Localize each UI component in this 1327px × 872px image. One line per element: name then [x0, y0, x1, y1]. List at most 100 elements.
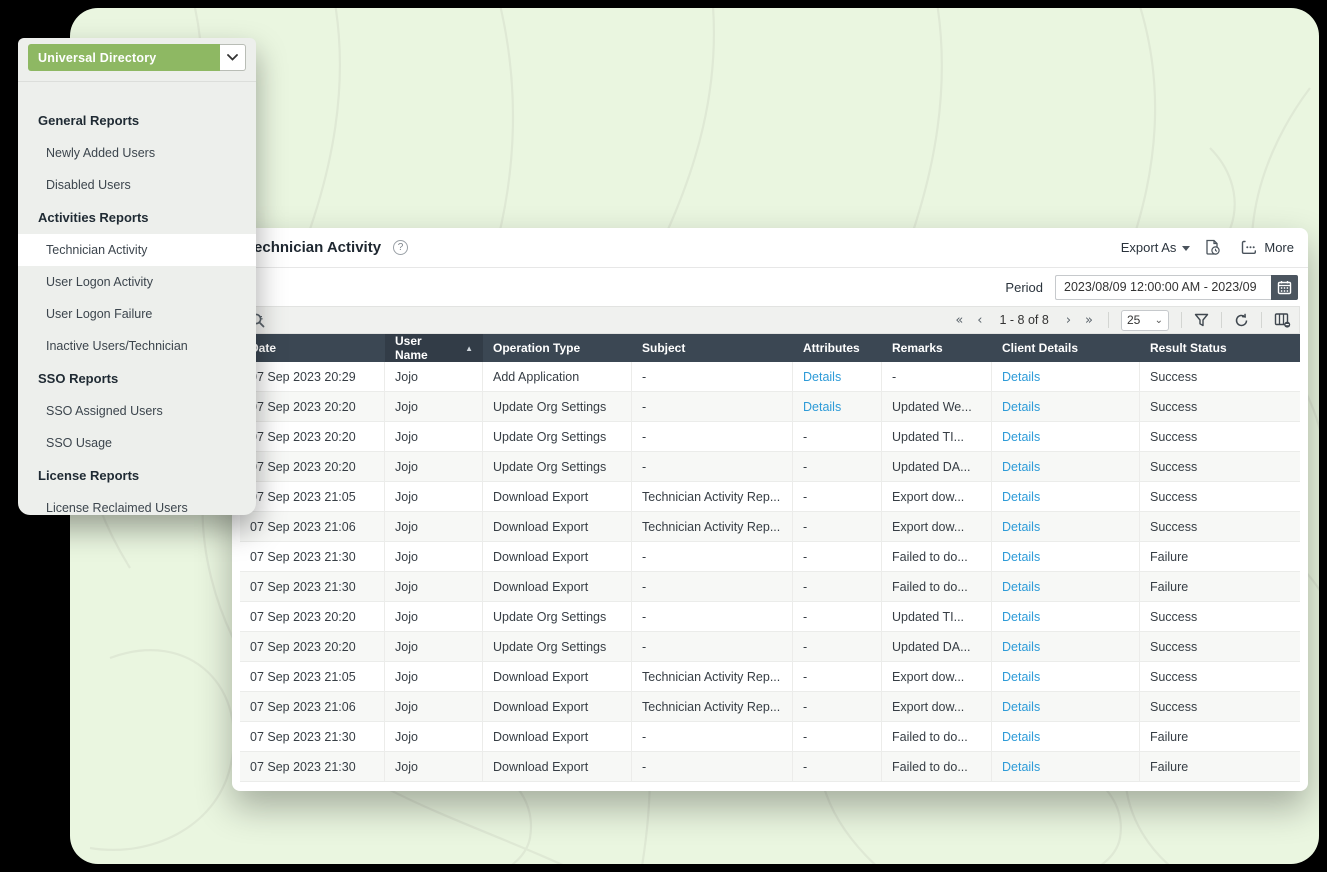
filter-icon[interactable]: [1194, 313, 1209, 327]
last-page-button[interactable]: »: [1082, 313, 1096, 328]
export-as-button[interactable]: Export As: [1121, 240, 1191, 255]
cell-operation-type: Add Application: [483, 362, 632, 391]
column-header-label: Client Details: [1002, 341, 1078, 355]
cell-attributes: -: [793, 422, 882, 451]
cell-date: 07 Sep 2023 20:20: [240, 392, 385, 421]
table-row: 07 Sep 2023 20:20JojoUpdate Org Settings…: [240, 422, 1300, 452]
cell-result-status: Success: [1140, 662, 1300, 691]
cell-user-name: Jojo: [385, 602, 483, 631]
cell-subject: Technician Activity Rep...: [632, 512, 793, 541]
table-zone: « ‹ 1 - 8 of 8 › » 25 ⌄: [240, 306, 1300, 783]
sort-asc-icon: ▲: [457, 344, 473, 353]
cell-client-details: Details: [992, 512, 1140, 541]
cell-date: 07 Sep 2023 21:06: [240, 692, 385, 721]
details-link[interactable]: Details: [1002, 520, 1040, 534]
sidebar-section-license-reports: License Reports: [18, 459, 256, 492]
sidebar-item-disabled-users[interactable]: Disabled Users: [18, 169, 256, 201]
layout-more-icon: [1241, 240, 1257, 255]
cell-user-name: Jojo: [385, 482, 483, 511]
table-row: 07 Sep 2023 21:30JojoDownload Export--Fa…: [240, 572, 1300, 602]
table-header-row: DateUser Name▲Operation TypeSubjectAttri…: [240, 334, 1300, 362]
chevron-down-icon[interactable]: [220, 44, 246, 71]
cell-user-name: Jojo: [385, 362, 483, 391]
sidebar-item-technician-activity[interactable]: Technician Activity: [18, 234, 256, 266]
cell-operation-type: Update Org Settings: [483, 392, 632, 421]
details-link[interactable]: Details: [1002, 490, 1040, 504]
details-link[interactable]: Details: [1002, 640, 1040, 654]
calendar-icon[interactable]: [1271, 275, 1298, 300]
details-link[interactable]: Details: [1002, 760, 1040, 774]
cell-result-status: Failure: [1140, 752, 1300, 781]
cell-attributes: -: [793, 632, 882, 661]
help-icon[interactable]: ?: [393, 240, 408, 255]
details-link[interactable]: Details: [803, 400, 841, 414]
prev-page-button[interactable]: ‹: [974, 313, 985, 328]
column-header-result-status[interactable]: Result Status: [1140, 334, 1300, 362]
table-row: 07 Sep 2023 20:29JojoAdd Application-Det…: [240, 362, 1300, 392]
cell-user-name: Jojo: [385, 512, 483, 541]
table-row: 07 Sep 2023 21:05JojoDownload ExportTech…: [240, 482, 1300, 512]
sidebar-item-inactive-users-technician[interactable]: Inactive Users/Technician: [18, 330, 256, 362]
sidebar-nav: General ReportsNewly Added UsersDisabled…: [18, 82, 256, 524]
details-link[interactable]: Details: [1002, 730, 1040, 744]
cell-user-name: Jojo: [385, 422, 483, 451]
details-link[interactable]: Details: [1002, 580, 1040, 594]
period-input[interactable]: 2023/08/09 12:00:00 AM - 2023/09: [1055, 275, 1271, 300]
sidebar-item-license-reclaimed-users[interactable]: License Reclaimed Users: [18, 492, 256, 524]
cell-result-status: Success: [1140, 512, 1300, 541]
details-link[interactable]: Details: [1002, 400, 1040, 414]
columns-icon[interactable]: [1274, 312, 1291, 328]
divider: [1221, 312, 1222, 328]
sidebar-section-sso-reports: SSO Reports: [18, 362, 256, 395]
cell-attributes: Details: [793, 362, 882, 391]
more-button[interactable]: More: [1241, 240, 1294, 255]
next-page-button[interactable]: ›: [1063, 313, 1074, 328]
details-link[interactable]: Details: [1002, 460, 1040, 474]
column-header-remarks[interactable]: Remarks: [882, 334, 992, 362]
cell-result-status: Failure: [1140, 722, 1300, 751]
sidebar-item-newly-added-users[interactable]: Newly Added Users: [18, 137, 256, 169]
column-header-attributes[interactable]: Attributes: [793, 334, 882, 362]
cell-operation-type: Update Org Settings: [483, 632, 632, 661]
cell-client-details: Details: [992, 662, 1140, 691]
cell-user-name: Jojo: [385, 392, 483, 421]
column-header-client-details[interactable]: Client Details: [992, 334, 1140, 362]
export-history-icon[interactable]: [1204, 239, 1221, 256]
first-page-button[interactable]: «: [952, 313, 966, 328]
cell-result-status: Failure: [1140, 572, 1300, 601]
refresh-icon[interactable]: [1234, 313, 1249, 328]
column-header-user-name[interactable]: User Name▲: [385, 334, 483, 362]
cell-attributes: -: [793, 452, 882, 481]
sidebar-item-sso-usage[interactable]: SSO Usage: [18, 427, 256, 459]
page-size-select[interactable]: 25 ⌄: [1121, 310, 1169, 331]
cell-client-details: Details: [992, 722, 1140, 751]
cell-attributes: -: [793, 602, 882, 631]
table-row: 07 Sep 2023 21:30JojoDownload Export--Fa…: [240, 542, 1300, 572]
column-header-subject[interactable]: Subject: [632, 334, 793, 362]
cell-user-name: Jojo: [385, 452, 483, 481]
column-header-operation-type[interactable]: Operation Type: [483, 334, 632, 362]
details-link[interactable]: Details: [1002, 430, 1040, 444]
details-link[interactable]: Details: [1002, 670, 1040, 684]
cell-result-status: Success: [1140, 482, 1300, 511]
cell-result-status: Success: [1140, 422, 1300, 451]
cell-attributes: -: [793, 662, 882, 691]
cell-remarks: Export dow...: [882, 512, 992, 541]
cell-date: 07 Sep 2023 20:20: [240, 452, 385, 481]
sidebar-item-user-logon-failure[interactable]: User Logon Failure: [18, 298, 256, 330]
page-size-value: 25: [1127, 313, 1140, 327]
details-link[interactable]: Details: [1002, 700, 1040, 714]
cell-subject: -: [632, 542, 793, 571]
cell-attributes: -: [793, 482, 882, 511]
details-link[interactable]: Details: [1002, 370, 1040, 384]
cell-date: 07 Sep 2023 20:20: [240, 632, 385, 661]
details-link[interactable]: Details: [803, 370, 841, 384]
cell-remarks: Export dow...: [882, 482, 992, 511]
column-header-date[interactable]: Date: [240, 334, 385, 362]
details-link[interactable]: Details: [1002, 550, 1040, 564]
sidebar-item-user-logon-activity[interactable]: User Logon Activity: [18, 266, 256, 298]
details-link[interactable]: Details: [1002, 610, 1040, 624]
directory-dropdown[interactable]: Universal Directory: [28, 44, 246, 71]
sidebar-item-sso-assigned-users[interactable]: SSO Assigned Users: [18, 395, 256, 427]
period-row: Period 2023/08/09 12:00:00 AM - 2023/09: [232, 268, 1308, 306]
